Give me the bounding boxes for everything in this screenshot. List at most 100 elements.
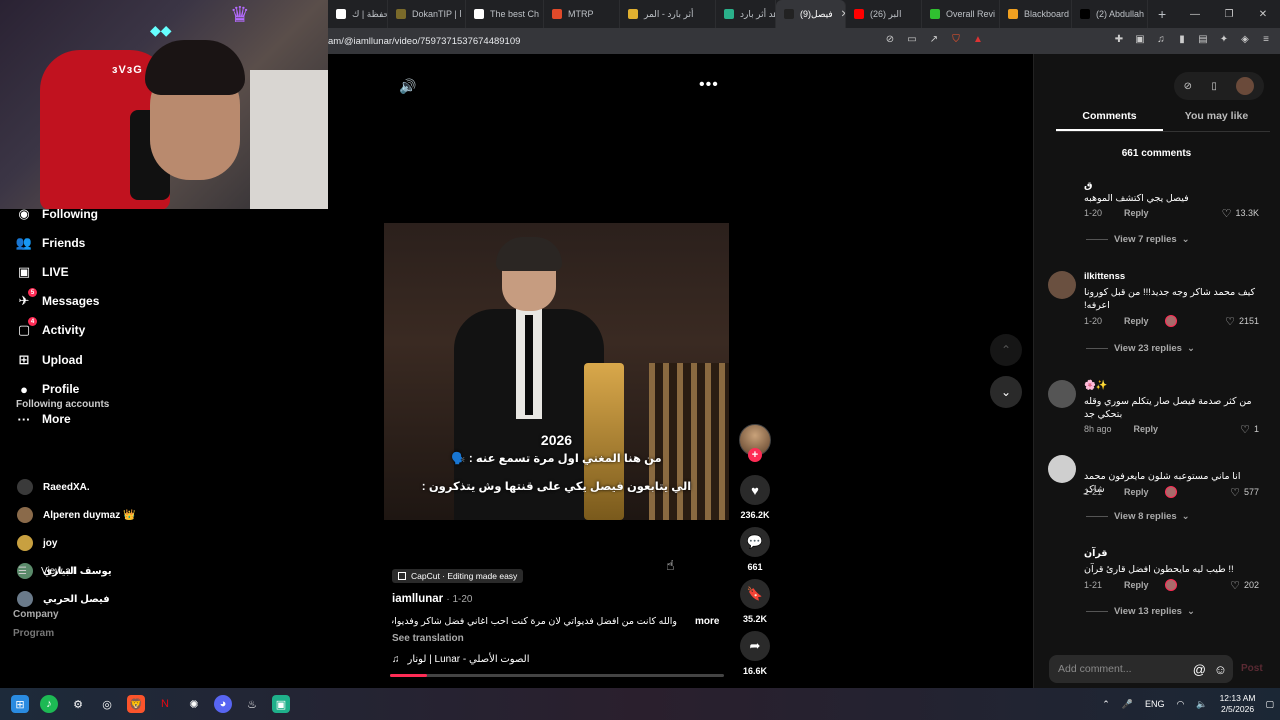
view-all-link[interactable]: ☰ View all xyxy=(18,566,75,577)
windows-start-icon[interactable]: ⊞ xyxy=(11,695,29,713)
nav-item-friends[interactable]: 👥 Friends xyxy=(16,235,85,251)
commenter-avatar[interactable] xyxy=(1048,548,1076,576)
program-link[interactable]: Program xyxy=(13,628,54,639)
nav-item-more[interactable]: ··· More xyxy=(16,411,71,427)
nav-item-profile[interactable]: ● Profile xyxy=(16,381,79,397)
view-replies-button[interactable]: View 7 replies ⌄ xyxy=(1086,234,1190,245)
nav-item-messages[interactable]: ✈ 5 Messages xyxy=(16,288,99,309)
reply-button[interactable]: Reply xyxy=(1124,580,1149,590)
brave-shield-icon[interactable]: ⛉ xyxy=(950,34,962,46)
cast-icon[interactable]: ▭ xyxy=(906,34,918,46)
commenter-name[interactable]: ilkittenss xyxy=(1084,271,1125,282)
nav-item-activity[interactable]: ▢ 4 Activity xyxy=(16,317,85,338)
screenshot-icon[interactable]: ▣ xyxy=(1134,34,1146,46)
comment-like-button[interactable]: ♡ 202 xyxy=(1230,579,1259,592)
chatgpt-icon[interactable]: ✺ xyxy=(185,695,203,713)
nav-item-upload[interactable]: ⊞ Upload xyxy=(16,352,83,368)
commenter-avatar[interactable] xyxy=(1048,380,1076,408)
reply-button[interactable]: Reply xyxy=(1124,487,1149,497)
explore-icon[interactable]: ⊘ xyxy=(1184,81,1192,92)
nav-item-live[interactable]: ▣ LIVE xyxy=(16,264,69,280)
language-indicator[interactable]: ENG xyxy=(1145,699,1165,709)
save-action[interactable]: 🔖 35.2K xyxy=(740,579,770,624)
tab-comments[interactable]: Comments xyxy=(1056,110,1163,131)
view-replies-button[interactable]: View 13 replies ⌄ xyxy=(1086,606,1195,617)
wifi-icon[interactable]: ◠ xyxy=(1176,699,1184,710)
browser-tab[interactable]: DokanTIP | ا xyxy=(388,0,466,28)
following-account[interactable]: joy xyxy=(17,535,57,551)
following-account[interactable]: RaeedXA. xyxy=(17,479,90,495)
comment-action[interactable]: 💬 661 xyxy=(740,527,770,572)
steam-icon[interactable]: ♨ xyxy=(243,695,261,713)
volume-icon[interactable]: 🔊 xyxy=(399,78,416,95)
commenter-avatar[interactable] xyxy=(1048,180,1076,208)
tab-you-may-like[interactable]: You may like xyxy=(1163,110,1270,131)
commenter-avatar[interactable] xyxy=(1048,271,1076,299)
brave-browser-icon[interactable]: 🦁 xyxy=(127,695,145,713)
system-clock[interactable]: 12:13 AM 2/5/2026 xyxy=(1220,693,1256,715)
next-video-button[interactable]: ⌄ xyxy=(990,376,1022,408)
commenter-name[interactable]: 🌸✨ xyxy=(1084,380,1108,391)
commenter-name[interactable]: قرآن xyxy=(1084,548,1108,559)
video-player[interactable] xyxy=(384,223,729,520)
brave-rewards-icon[interactable]: ▲ xyxy=(972,34,984,46)
commenter-avatar[interactable] xyxy=(1048,455,1076,483)
reply-button[interactable]: Reply xyxy=(1134,424,1159,434)
capcut-tag[interactable]: CapCut · Editing made easy xyxy=(392,569,524,583)
comment-like-button[interactable]: ♡ 1 xyxy=(1240,423,1259,436)
url-field[interactable]: am/@iamllunar/video/7597371537674489109 xyxy=(328,36,520,47)
add-comment-input[interactable]: Add comment... @ ☺ xyxy=(1049,655,1233,683)
see-translation-link[interactable]: See translation xyxy=(392,633,464,644)
mention-icon[interactable]: @ xyxy=(1193,662,1206,677)
settings-gear-icon[interactable]: ⚙ xyxy=(69,695,87,713)
device-icon[interactable]: ▯ xyxy=(1211,81,1217,92)
following-account[interactable]: فيصل الحربي xyxy=(17,591,110,607)
browser-tab[interactable]: (9)فيصل✕ xyxy=(776,0,846,28)
browser-tab[interactable]: MTRP xyxy=(544,0,620,28)
previous-video-button[interactable]: ⌃ xyxy=(990,334,1022,366)
tracking-off-icon[interactable]: ⊘ xyxy=(884,34,896,46)
more-button[interactable]: more xyxy=(695,616,719,627)
music-icon[interactable]: ♫ xyxy=(1155,34,1167,46)
like-action[interactable]: ♥ 236.2K xyxy=(740,475,770,520)
follow-plus-icon[interactable]: + xyxy=(748,448,762,462)
notification-icon[interactable]: ▢ xyxy=(1265,699,1274,710)
sidebar-icon[interactable]: ▮ xyxy=(1176,34,1188,46)
browser-tab[interactable]: The best Ch xyxy=(466,0,544,28)
share-icon[interactable]: ↗ xyxy=(928,34,940,46)
discord-icon[interactable]: ◕ xyxy=(214,695,232,713)
emoji-icon[interactable]: ☺ xyxy=(1214,662,1227,677)
reply-button[interactable]: Reply xyxy=(1124,316,1149,326)
leo-ai-icon[interactable]: ✦ xyxy=(1218,34,1230,46)
extensions-icon[interactable]: ✚ xyxy=(1113,34,1125,46)
commenter-name[interactable]: ق xyxy=(1084,180,1093,191)
comment-like-button[interactable]: ♡ 2151 xyxy=(1225,315,1259,328)
user-avatar[interactable] xyxy=(1236,77,1255,95)
author-name[interactable]: iamllunar xyxy=(392,593,443,605)
wallet-icon[interactable]: ▤ xyxy=(1197,34,1209,46)
view-replies-button[interactable]: View 8 replies ⌄ xyxy=(1086,511,1190,522)
netflix-icon[interactable]: N xyxy=(156,695,174,713)
menu-icon[interactable]: ≡ xyxy=(1260,34,1272,46)
browser-tab[interactable]: Overall Revi xyxy=(922,0,1000,28)
microphone-icon[interactable]: 🎤 xyxy=(1122,699,1133,710)
browser-tab[interactable]: المحفظة | ك xyxy=(328,0,388,28)
obs-icon[interactable]: ◎ xyxy=(98,695,116,713)
app-icon[interactable]: ▣ xyxy=(272,695,290,713)
company-link[interactable]: Company xyxy=(13,609,59,620)
post-button[interactable]: Post xyxy=(1241,663,1263,674)
speaker-icon[interactable]: 🔈 xyxy=(1196,699,1207,710)
video-progress-bar[interactable] xyxy=(390,674,724,677)
more-options-icon[interactable]: ••• xyxy=(699,76,719,94)
share-action[interactable]: ➦ 16.6K xyxy=(740,631,770,676)
comment-like-button[interactable]: ♡ 13.3K xyxy=(1222,207,1259,220)
browser-tab[interactable]: (2) Abdullah xyxy=(1072,0,1148,28)
minimize-icon[interactable]: — xyxy=(1178,9,1212,20)
close-window-icon[interactable]: ✕ xyxy=(1246,9,1280,20)
following-account[interactable]: Alperen duymaz 👑 xyxy=(17,507,135,523)
spotify-icon[interactable]: ♪ xyxy=(40,695,58,713)
new-tab-button[interactable]: + xyxy=(1148,6,1176,22)
vpn-icon[interactable]: ◈ xyxy=(1239,34,1251,46)
browser-tab[interactable]: (26) البر xyxy=(846,0,922,28)
browser-tab[interactable]: Blackboard xyxy=(1000,0,1072,28)
